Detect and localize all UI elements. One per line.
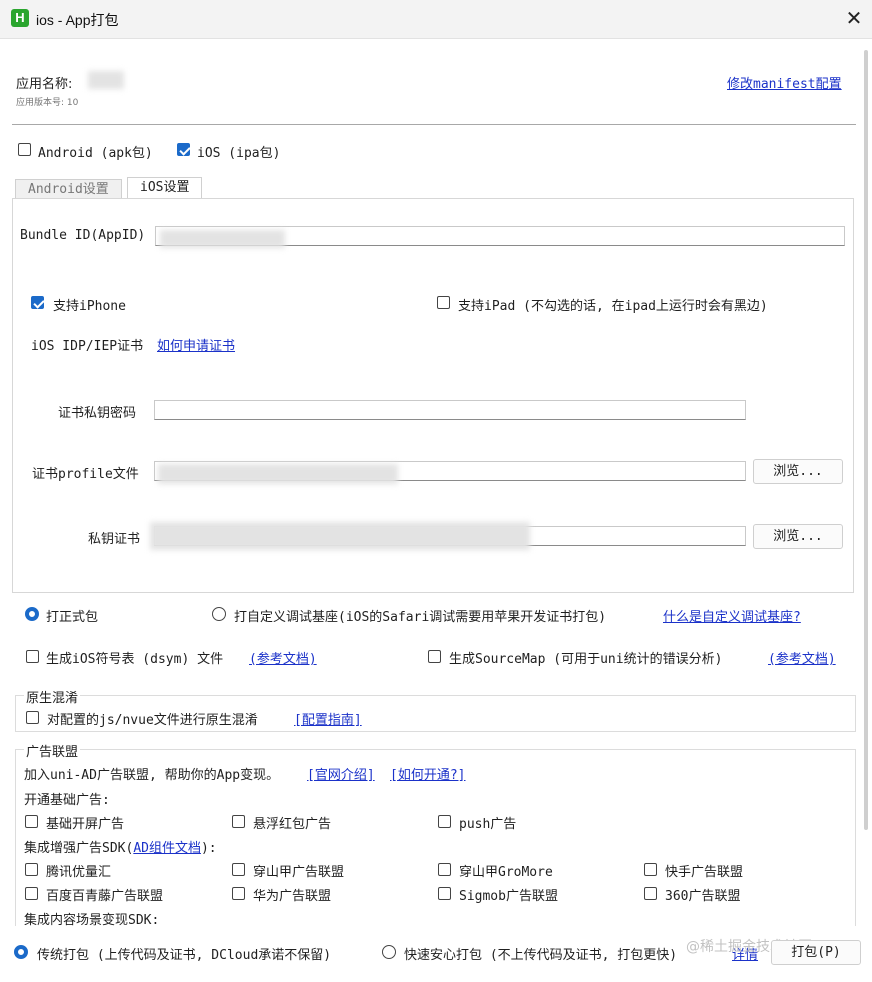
basic-ad-checkbox[interactable] — [25, 815, 38, 828]
enhanced-ad-checkbox[interactable] — [232, 863, 245, 876]
bundle-id-value-redacted — [160, 230, 285, 248]
profile-file-value-redacted — [158, 464, 398, 484]
sourcemap-label: 生成SourceMap (可用于uni统计的错误分析) — [449, 652, 723, 667]
enhanced-ad-checkbox[interactable] — [644, 863, 657, 876]
basic-ad-label: 悬浮红包广告 — [253, 817, 332, 832]
close-icon[interactable]: ✕ — [843, 6, 865, 30]
bundle-id-label: Bundle ID(AppID) — [20, 228, 146, 243]
dsym-checkbox[interactable] — [26, 650, 39, 663]
browse-profile-button[interactable]: 浏览... — [753, 459, 843, 484]
enhanced-ad-label: 腾讯优量汇 — [46, 865, 112, 880]
native-obfuscation-guide-link[interactable]: [配置指南] — [294, 709, 362, 728]
enhanced-ad-checkbox[interactable] — [438, 887, 451, 900]
title-bar — [0, 0, 872, 39]
native-obfuscation-title: 原生混淆 — [24, 687, 81, 706]
pack-button[interactable]: 打包(P) — [771, 940, 861, 965]
enhanced-ad-label: Sigmob广告联盟 — [459, 889, 558, 904]
enhanced-ad-label: 穿山甲GroMore — [459, 865, 553, 880]
private-key-label: 私钥证书 — [88, 532, 141, 547]
profile-file-label: 证书profile文件 — [32, 467, 139, 482]
browse-private-key-button[interactable]: 浏览... — [753, 524, 843, 549]
basic-ad-label: 基础开屏广告 — [46, 817, 125, 832]
app-name-value-redacted — [88, 71, 124, 89]
enhanced-ad-label: 穿山甲广告联盟 — [253, 865, 345, 880]
formal-build-label: 打正式包 — [46, 610, 99, 625]
ios-cert-label: iOS IDP/IEP证书 — [31, 339, 144, 354]
enhanced-ad-label: 360广告联盟 — [665, 889, 741, 904]
enhanced-ad-label: 快手广告联盟 — [665, 865, 744, 880]
window-title: ios - App打包 — [36, 12, 119, 28]
formal-build-radio[interactable] — [25, 607, 39, 621]
support-ipad-checkbox[interactable] — [437, 296, 450, 309]
basic-ad-checkbox[interactable] — [232, 815, 245, 828]
ad-component-doc-link[interactable]: AD组件文档 — [133, 841, 201, 856]
divider — [12, 124, 856, 125]
basic-ad-label: push广告 — [459, 817, 517, 832]
tab-ios-settings[interactable]: iOS设置 — [127, 177, 203, 199]
custom-base-label: 打自定义调试基座(iOS的Safari调试需要用苹果开发证书打包) — [234, 610, 607, 625]
native-obfuscation-checkbox[interactable] — [26, 711, 39, 724]
enhanced-ad-label: 华为广告联盟 — [253, 889, 332, 904]
sourcemap-doc-link[interactable]: (参考文档) — [768, 648, 836, 667]
app-version-label: 应用版本号: 10 — [16, 98, 79, 108]
key-password-input[interactable] — [154, 400, 746, 420]
native-obfuscation-label: 对配置的js/nvue文件进行原生混淆 — [47, 713, 258, 728]
enhanced-ad-checkbox[interactable] — [644, 887, 657, 900]
ads-intro: 加入uni-AD广告联盟, 帮助你的App变现。 — [24, 768, 280, 783]
enhanced-ad-checkbox[interactable] — [25, 863, 38, 876]
app-name-label: 应用名称: — [16, 77, 73, 92]
fast-pack-radio[interactable] — [382, 945, 396, 959]
support-ipad-label: 支持iPad (不勾选的话, 在ipad上运行时会有黑边) — [458, 299, 768, 314]
ios-checkbox[interactable] — [177, 143, 190, 156]
vertical-scrollbar[interactable] — [864, 50, 868, 830]
support-iphone-label: 支持iPhone — [53, 299, 126, 314]
traditional-pack-label: 传统打包 (上传代码及证书, DCloud承诺不保留) — [37, 948, 332, 963]
hbuilder-app-icon: H — [11, 9, 29, 27]
enhanced-ads-title: 集成增强广告SDK(AD组件文档): — [24, 841, 217, 856]
traditional-pack-radio[interactable] — [14, 945, 28, 959]
enhanced-ad-checkbox[interactable] — [232, 887, 245, 900]
edit-manifest-link[interactable]: 修改manifest配置 — [727, 73, 842, 92]
custom-base-radio[interactable] — [212, 607, 226, 621]
sourcemap-checkbox[interactable] — [428, 650, 441, 663]
how-to-apply-cert-link[interactable]: 如何申请证书 — [157, 335, 235, 354]
dsym-doc-link[interactable]: (参考文档) — [249, 648, 317, 667]
ads-title: 广告联盟 — [24, 741, 81, 760]
support-iphone-checkbox[interactable] — [31, 296, 44, 309]
enhanced-ad-checkbox[interactable] — [438, 863, 451, 876]
enhanced-ad-checkbox[interactable] — [25, 887, 38, 900]
android-label: Android (apk包) — [38, 146, 153, 161]
ads-how-to-enable-link[interactable]: [如何开通?] — [390, 764, 465, 783]
private-key-value-redacted — [150, 522, 530, 550]
dsym-label: 生成iOS符号表 (dsym) 文件 — [46, 652, 224, 667]
key-password-label: 证书私钥密码 — [58, 406, 137, 421]
fast-pack-label: 快速安心打包 (不上传代码及证书, 打包更快) — [404, 948, 678, 963]
custom-base-info-link[interactable]: 什么是自定义调试基座? — [663, 606, 801, 625]
ads-official-intro-link[interactable]: [官网介绍] — [307, 764, 375, 783]
basic-ads-title: 开通基础广告: — [24, 793, 110, 808]
enhanced-ad-label: 百度百青藤广告联盟 — [46, 889, 164, 904]
tab-android-settings[interactable]: Android设置 — [15, 179, 122, 199]
android-checkbox[interactable] — [18, 143, 31, 156]
basic-ad-checkbox[interactable] — [438, 815, 451, 828]
ios-label: iOS (ipa包) — [197, 146, 281, 161]
